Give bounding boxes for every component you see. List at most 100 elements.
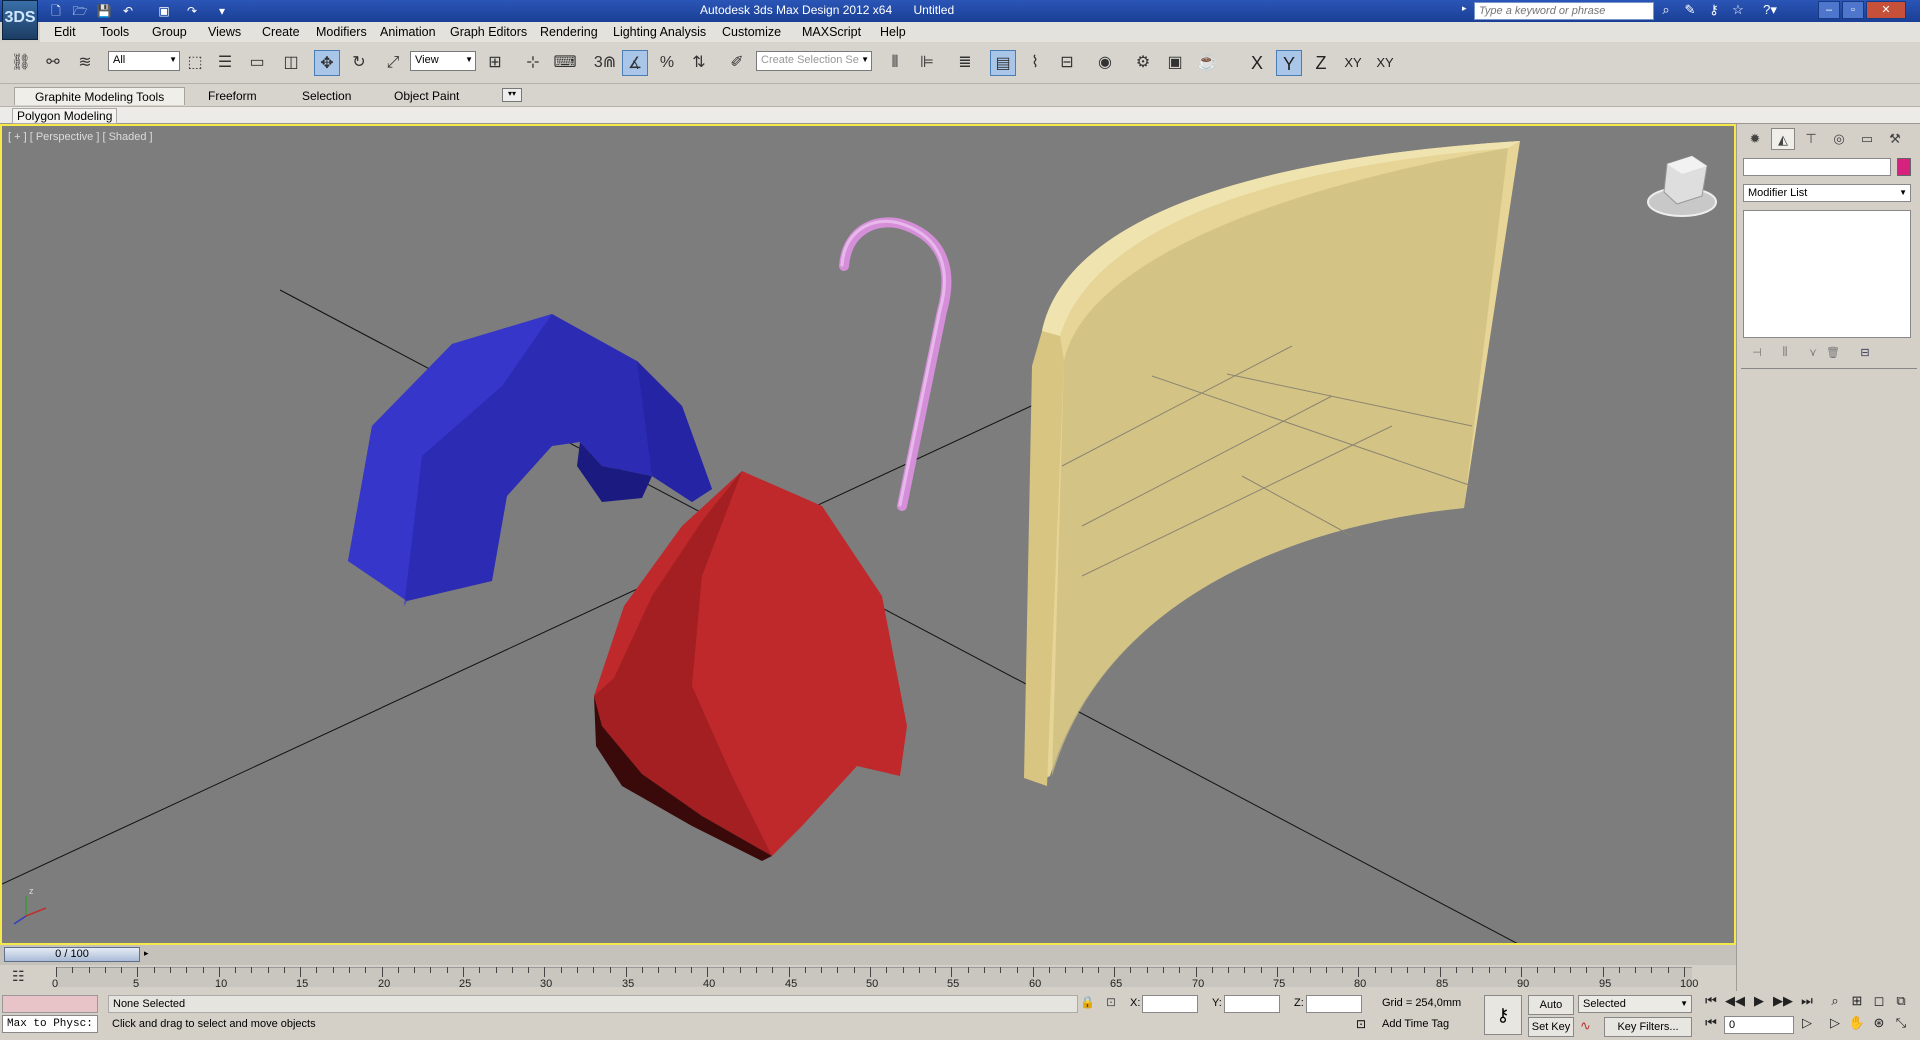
graphite-modeling-tools-toggle-icon[interactable]: ▤	[990, 50, 1016, 76]
maximize-button[interactable]: ▫	[1842, 1, 1864, 19]
selection-filter-dropdown[interactable]: All ▼	[108, 51, 180, 71]
rectangular-selection-icon[interactable]: ▭	[244, 50, 270, 76]
time-slider[interactable]: 0 / 100 ▸	[0, 945, 1736, 965]
maxscript-mini-listener[interactable]: Max to Physc:	[2, 1015, 98, 1033]
open-file-icon[interactable]: 🗁	[72, 3, 88, 19]
axis-xy-cycle-button[interactable]: XY	[1372, 50, 1398, 76]
axis-y-button[interactable]: Y	[1276, 50, 1302, 76]
tab-freeform[interactable]: Freeform	[196, 87, 269, 105]
menu-maxscript[interactable]: MAXScript	[802, 25, 861, 39]
percent-snap-toggle-icon[interactable]: %	[654, 50, 680, 76]
display-tab-icon[interactable]: ▭	[1855, 128, 1879, 150]
menu-rendering[interactable]: Rendering	[540, 25, 598, 39]
project-folder-icon[interactable]: ▣	[156, 3, 172, 19]
default-in-out-tangents-icon[interactable]: ∿	[1580, 1018, 1591, 1034]
angle-snap-toggle-icon[interactable]: ∡	[622, 50, 648, 76]
pink-candy-cane-object[interactable]	[839, 217, 952, 511]
ribbon-options-dropdown-icon[interactable]: ▾▾	[502, 88, 522, 102]
tab-graphite-modeling-tools[interactable]: Graphite Modeling Tools	[14, 87, 186, 105]
menu-help[interactable]: Help	[880, 25, 906, 39]
menu-tools[interactable]: Tools	[100, 25, 129, 39]
show-end-result-icon[interactable]: ⫼	[1777, 346, 1793, 360]
set-key-button[interactable]: Set Key	[1528, 1017, 1574, 1037]
track-bar[interactable]: ☷ 0 5 10 15 20 25 30 35 40 45 50 55 60 65 70 75 80 85 90 95…	[0, 965, 1736, 991]
field-of-view-icon[interactable]: ▷	[1824, 1015, 1846, 1035]
selection-lock-icon[interactable]: 🔒	[1080, 995, 1095, 1009]
configure-modifier-sets-icon[interactable]: ⊟	[1857, 346, 1873, 360]
make-unique-icon[interactable]: ⋎	[1805, 346, 1821, 360]
absolute-relative-toggle-icon[interactable]: ⊡	[1106, 995, 1116, 1009]
select-object-icon[interactable]: ⬚	[182, 50, 208, 76]
time-configuration-icon[interactable]: ▷	[1796, 1015, 1818, 1035]
menu-animation[interactable]: Animation	[380, 25, 436, 39]
select-by-name-icon[interactable]: ☰	[212, 50, 238, 76]
red-cone-object[interactable]	[594, 471, 907, 861]
open-mini-curve-editor-icon[interactable]: ☷	[12, 968, 25, 985]
go-to-start-icon[interactable]: ⏮	[1700, 993, 1722, 1013]
tab-selection[interactable]: Selection	[290, 87, 363, 105]
time-tag-icon[interactable]: ⊡	[1356, 1017, 1366, 1031]
object-name-field[interactable]	[1743, 158, 1891, 176]
snaps-toggle-icon[interactable]: 3⋒	[592, 50, 618, 76]
application-button[interactable]: 3DS	[2, 0, 38, 40]
time-slider-thumb[interactable]: 0 / 100	[4, 947, 140, 962]
layer-manager-icon[interactable]: ≣	[952, 50, 978, 76]
material-editor-icon[interactable]: ◉	[1092, 50, 1118, 76]
key-icon[interactable]: ⚷	[1704, 2, 1724, 20]
keyboard-shortcut-override-icon[interactable]: ⌨	[552, 50, 578, 76]
select-and-move-icon[interactable]: ✥	[314, 50, 340, 76]
key-mode-toggle-icon[interactable]: ⏮	[1700, 1015, 1722, 1035]
go-to-end-icon[interactable]: ⏭	[1796, 993, 1818, 1013]
x-coordinate-field[interactable]	[1142, 995, 1198, 1013]
select-and-link-icon[interactable]: ⛓	[8, 50, 34, 76]
edit-named-selection-icon[interactable]: ✐	[724, 50, 750, 76]
pivot-point-center-icon[interactable]: ⊞	[482, 50, 508, 76]
communication-center-icon[interactable]: ✎	[1680, 2, 1700, 20]
window-crossing-icon[interactable]: ◫	[278, 50, 304, 76]
spinner-snap-toggle-icon[interactable]: ⇅	[686, 50, 712, 76]
pan-view-icon[interactable]: ✋	[1846, 1015, 1868, 1035]
save-file-icon[interactable]: 💾	[96, 3, 112, 19]
perspective-viewport[interactable]: z [ + ] [ Perspective ] [ Shaded ]	[0, 124, 1736, 945]
previous-frame-icon[interactable]: ◀◀	[1724, 993, 1746, 1013]
key-filters-button[interactable]: Key Filters...	[1604, 1017, 1692, 1037]
search-input[interactable]	[1474, 2, 1654, 20]
menu-views[interactable]: Views	[208, 25, 241, 39]
select-and-rotate-icon[interactable]: ↻	[346, 50, 372, 76]
viewport-label-menu[interactable]: [ + ] [ Perspective ] [ Shaded ]	[8, 131, 153, 143]
axis-xy-button[interactable]: XY	[1340, 50, 1366, 76]
mirror-icon[interactable]: ⫴	[882, 50, 908, 76]
menu-edit[interactable]: Edit	[54, 25, 76, 39]
y-coordinate-field[interactable]	[1224, 995, 1280, 1013]
key-mode-dropdown[interactable]: Selected ▼	[1578, 995, 1692, 1013]
bind-to-space-warp-icon[interactable]: ≋	[72, 50, 98, 76]
render-production-icon[interactable]: ☕	[1194, 50, 1220, 76]
menu-customize[interactable]: Customize	[722, 25, 781, 39]
set-key-mode-key-icon[interactable]: ⚷	[1484, 995, 1522, 1035]
minimize-button[interactable]: –	[1818, 1, 1840, 19]
menu-lighting-analysis[interactable]: Lighting Analysis	[613, 25, 706, 39]
modifier-stack[interactable]	[1743, 210, 1911, 338]
view-cube-navigation[interactable]	[1647, 155, 1717, 217]
polygon-modeling-panel[interactable]: Polygon Modeling	[12, 108, 118, 124]
quick-access-dropdown-icon[interactable]: ▾	[214, 3, 230, 19]
search-toggle-icon[interactable]: ▸	[1462, 3, 1467, 14]
redo-icon[interactable]: ↷	[184, 3, 200, 19]
hierarchy-tab-icon[interactable]: ⊤	[1799, 128, 1823, 150]
maximize-viewport-toggle-icon[interactable]: ⤡	[1890, 1015, 1912, 1035]
motion-tab-icon[interactable]: ◎	[1827, 128, 1851, 150]
zoom-icon[interactable]: ⌕	[1824, 993, 1846, 1013]
zoom-extents-icon[interactable]: ◻	[1868, 993, 1890, 1013]
modifier-list-dropdown[interactable]: Modifier List ▼	[1743, 184, 1911, 202]
remove-modifier-icon[interactable]: 🗑	[1825, 346, 1841, 360]
binoculars-icon[interactable]: ⌕	[1656, 2, 1676, 20]
menu-graph-editors[interactable]: Graph Editors	[450, 25, 527, 39]
help-icon[interactable]: ?▾	[1760, 2, 1780, 20]
orbit-icon[interactable]: ⊛	[1868, 1015, 1890, 1035]
object-color-swatch[interactable]	[1897, 158, 1911, 176]
modify-tab-icon[interactable]: ◭	[1771, 128, 1795, 150]
unlink-selection-icon[interactable]: ⚯	[40, 50, 66, 76]
next-frame-icon[interactable]: ▶▶	[1772, 993, 1794, 1013]
rendered-frame-window-icon[interactable]: ▣	[1162, 50, 1188, 76]
menu-modifiers[interactable]: Modifiers	[316, 25, 367, 39]
